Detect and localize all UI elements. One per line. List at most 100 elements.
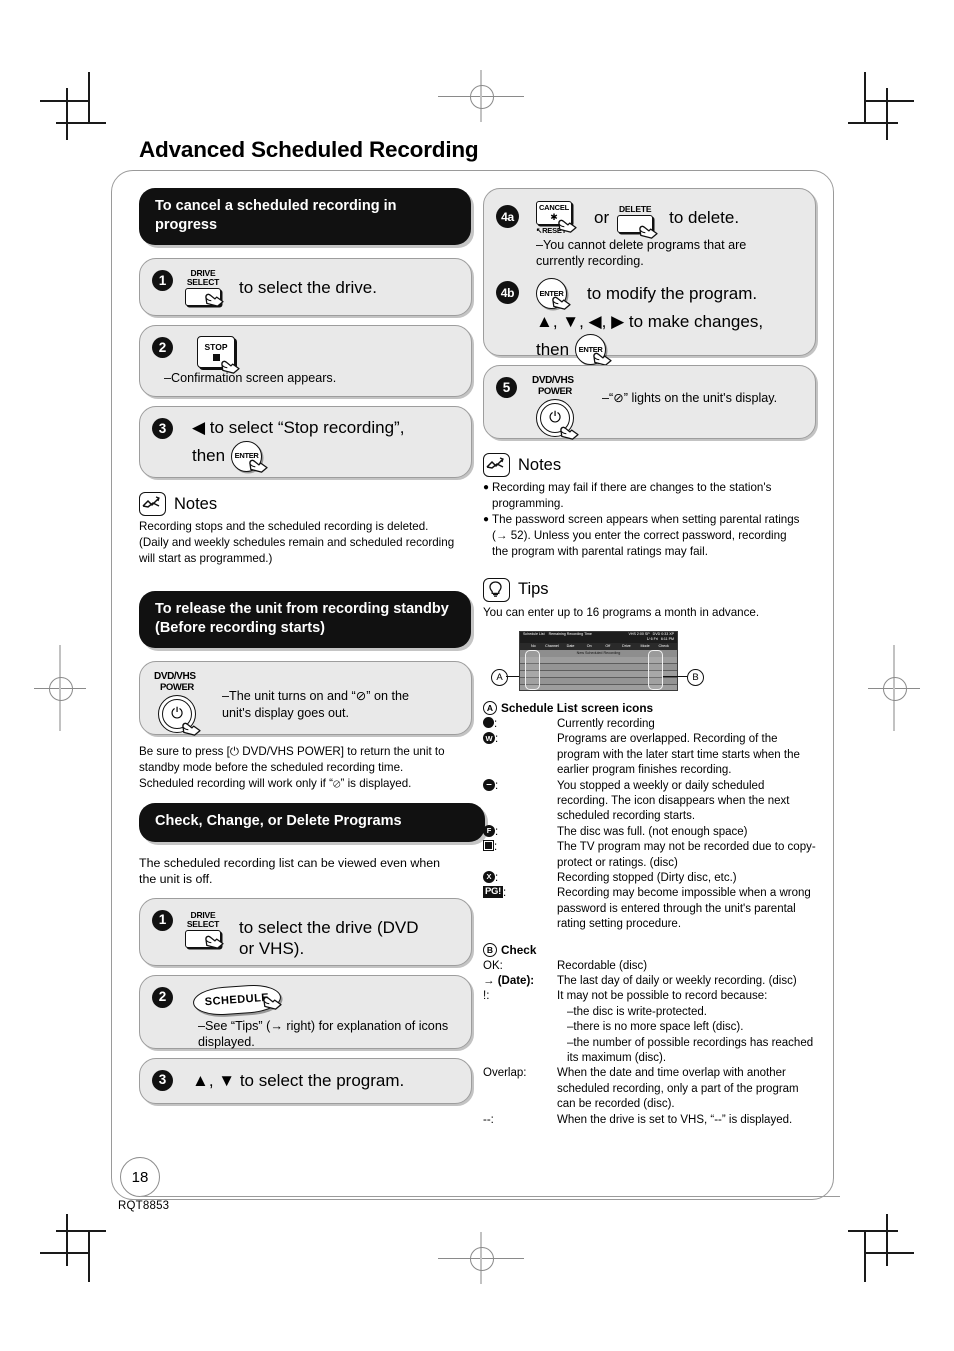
screen-dvd-remaining: DVD 0:33 XP [652, 631, 674, 636]
legend-key: X: [483, 870, 557, 886]
legend-description: Recording may become impossible when a w… [557, 887, 811, 931]
enter-key-label: ENTER [536, 277, 567, 309]
check-description: When the drive is set to VHS, “--” is di… [557, 1113, 793, 1126]
notes-label: Notes [518, 455, 562, 474]
power-glyph-icon: ⏻ [549, 409, 561, 426]
check-key: --: [483, 1113, 494, 1126]
registration-mark-bottom [438, 1232, 524, 1284]
legend-description: Currently recording [557, 717, 655, 730]
legend-description: Recording stopped (Dirty disc, etc.) [557, 871, 737, 884]
check-key: OK: [483, 959, 503, 972]
stop-key[interactable]: STOP [197, 336, 240, 374]
enter-key[interactable]: ENTER [575, 334, 612, 366]
legend-key: –: [483, 778, 557, 825]
drive-select-key[interactable]: DRIVE SELECT [185, 910, 224, 949]
cancel-reset-key[interactable]: CANCEL ✱ ↖RESET [536, 201, 577, 235]
column-header-on: On [586, 643, 592, 648]
check-row-overlap: Overlap: When the date and time overlap … [483, 1066, 816, 1112]
legend-item-recording-stopped: X: Recording stopped (Dirty disc, etc.) [483, 870, 816, 886]
check-key: !: [483, 990, 490, 1003]
screen-time: 6:11 PM [660, 637, 674, 642]
step-check-1[interactable]: 1 DRIVE SELECT to select the drive (DVD … [139, 897, 472, 966]
power-button-circle[interactable]: ⏻ [536, 398, 574, 437]
legend-key: F: [483, 824, 557, 840]
column-header-off: Off [605, 643, 611, 648]
step-check-3-text: ▲, ▼ to select the program. [192, 1070, 405, 1090]
delete-key-label: DELETE [618, 204, 652, 214]
step-number-4a: 4a [496, 205, 519, 228]
delete-key[interactable]: DELETE [617, 204, 658, 239]
section-banner-cancel-recording: To cancel a scheduled recording in progr… [139, 188, 471, 246]
legend-item-stopped-weekly: –: You stopped a weekly or daily schedul… [483, 778, 816, 825]
page-title: Advanced Scheduled Recording [139, 137, 479, 162]
dvd-vhs-power-key[interactable]: DVD/VHS POWER ⏻ [532, 376, 588, 440]
legend-item-currently-recording: : Currently recording [483, 716, 816, 732]
step-check-2[interactable]: 2 SCHEDULE –See “Tips” (→ right) for exp… [139, 974, 472, 1050]
callout-marker-a: A [491, 668, 508, 686]
crop-mark-top-right-v2 [886, 88, 888, 140]
crop-mark-top-left-h [40, 100, 90, 102]
notes-icon [483, 453, 510, 477]
drive-select-key[interactable]: DRIVE SELECT [185, 269, 224, 307]
highlight-box-check-column [648, 649, 663, 690]
registration-mark-left [34, 645, 86, 731]
check-description: When the date and time overlap with anot… [557, 1067, 799, 1111]
legend-item-copy-protect: : The TV program may not be recorded due… [483, 840, 816, 871]
step-cancel-3[interactable]: 3 ◀ to select “Stop recording”, then ENT… [139, 406, 472, 479]
schedule-key[interactable]: SCHEDULE [192, 982, 282, 1017]
check-sub-item: –the disc is write-protected. [567, 1005, 707, 1018]
check-description: It may not be possible to record because… [557, 989, 816, 1066]
step-cancel-3-line2: then [192, 446, 226, 466]
notes-label: Notes [174, 494, 218, 513]
crop-mark-top-right-h [864, 100, 914, 102]
step-4b-line1: to modify the program. [587, 283, 758, 303]
step-check-3[interactable]: 3 ▲, ▼ to select the program. [139, 1057, 472, 1104]
step-check-1-text: to select the drive (DVD or VHS). [239, 917, 419, 959]
record-dot-icon [483, 716, 494, 728]
check-legend-title-text: Check [501, 942, 537, 957]
parental-pg-icon: PG! [483, 886, 503, 899]
screen-title: Schedule List [523, 631, 545, 636]
disc-full-f-icon: F [483, 824, 495, 837]
step-4a-4b-box[interactable]: 4a CANCEL ✱ ↖RESET or DELETE to delete. … [483, 188, 816, 366]
crop-mark-bottom-left-h [40, 1252, 90, 1254]
callout-marker-b: B [687, 668, 704, 686]
enter-key-label: ENTER [231, 440, 263, 472]
step-cancel-1-text: to select the drive. [239, 277, 377, 297]
cancel-key-star-icon: ✱ [550, 211, 558, 222]
check-description-main: It may not be possible to record because… [557, 990, 768, 1003]
marker-b-icon: B [483, 942, 497, 957]
step-cancel-3-line1: ◀ to select “Stop recording”, [192, 418, 405, 438]
crop-mark-bottom-left-v2 [66, 1214, 68, 1266]
step-cancel-1[interactable]: 1 DRIVE SELECT to select the drive. [139, 258, 472, 317]
note-item: ● The password screen appears when setti… [483, 512, 805, 560]
bullet-dot-icon: ● [483, 482, 490, 493]
enter-key[interactable]: ENTER [231, 440, 268, 473]
screen-date: 1/ 6 Fri [646, 637, 658, 642]
check-key: → (Date): [483, 975, 535, 987]
step-cancel-2[interactable]: 2 STOP –Confirmation screen appears. [139, 325, 472, 398]
stopped-x-icon: X [483, 870, 495, 883]
check-description: Recordable (disc) [557, 959, 648, 972]
bullet-dot-icon: ● [483, 513, 490, 525]
dvd-vhs-power-key[interactable]: DVD/VHS POWER ⏻ [154, 672, 210, 737]
step-number-4b: 4b [496, 281, 519, 304]
screen-remaining-label: Remaining Recording Time [548, 631, 592, 636]
registration-mark-top [438, 70, 524, 122]
crop-mark-bottom-right-h [864, 1252, 914, 1254]
marker-a-icon: A [483, 700, 497, 715]
power-glyph-icon: ⏻ [171, 705, 183, 723]
power-button-circle[interactable]: ⏻ [158, 694, 196, 733]
left-column: To cancel a scheduled recording in progr… [139, 188, 485, 1113]
legend-key: W: [483, 732, 557, 778]
column-header-drive: Drive [622, 643, 631, 648]
step-5-box[interactable]: 5 DVD/VHS POWER ⏻ –“⊘” lights on the uni… [483, 365, 816, 440]
column-header-channel: Channel [545, 643, 559, 648]
enter-key[interactable]: ENTER [536, 277, 571, 310]
release-standby-note: –The unit turns on and “⊘” on the unit's… [222, 689, 409, 720]
step-number: 2 [152, 337, 173, 359]
release-standby-power-box[interactable]: DVD/VHS POWER ⏻ –The unit turns on and “… [139, 661, 472, 737]
tips-label: Tips [518, 580, 549, 599]
step-check-2-note: –See “Tips” (→ right) for explanation of… [198, 1018, 449, 1050]
note-item-text: Recording may fail if there are changes … [492, 481, 772, 510]
